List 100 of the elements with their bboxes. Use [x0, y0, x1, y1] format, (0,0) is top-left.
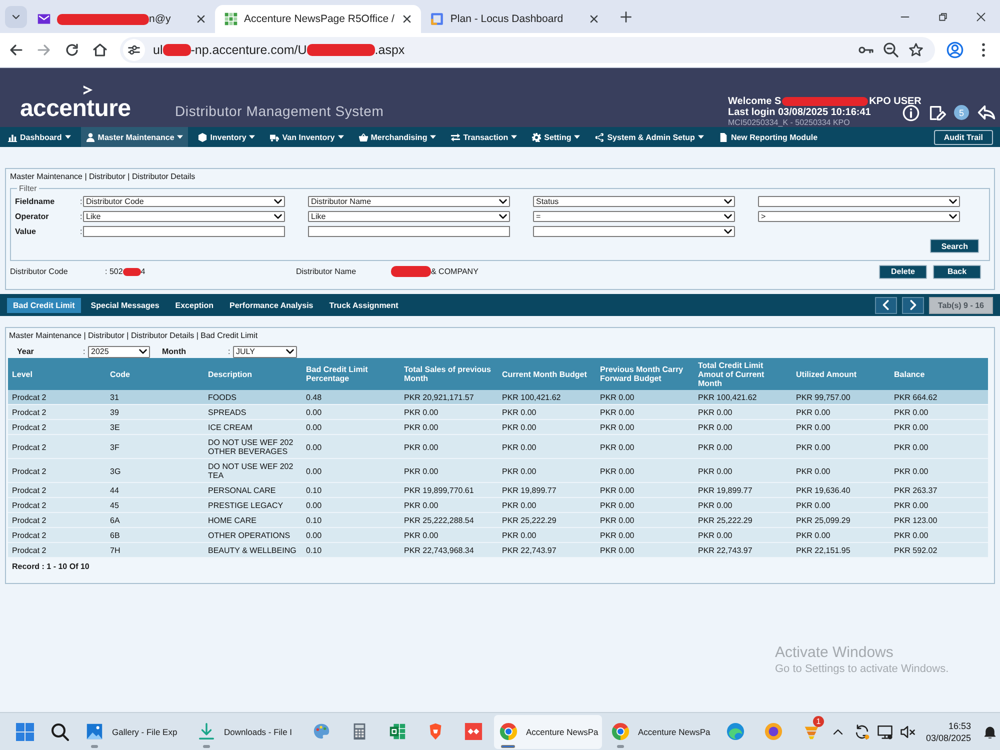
chevron-down-icon	[286, 349, 294, 354]
palette-icon	[312, 722, 330, 741]
menu-item[interactable]: Master Maintenance	[80, 127, 188, 147]
tab[interactable]: Truck Assignment	[323, 298, 404, 312]
table-cell: PKR 22,151.95	[792, 542, 890, 558]
colon-text: :	[80, 212, 83, 221]
menu-item[interactable]: Setting	[527, 127, 586, 147]
field-label: Year	[17, 347, 35, 356]
account-text: MCI50250334_K - 50250334 KPO	[728, 118, 851, 127]
table-row[interactable]: Prodcat 2 31 FOODS 0.48 PKR 20,921,171.57 PKR 100,421.62 PKR 0.00 PKR 100,421.62 PKR 99,757.00 PKR 664.62	[8, 390, 988, 404]
previous-tabs-button[interactable]	[874, 296, 897, 314]
sync-icon[interactable]	[853, 722, 871, 740]
taskbar-button[interactable]: Gallery - File Exp	[80, 714, 188, 748]
table-row[interactable]: Prodcat 2 3E ICE CREAM 0.00 PKR 0.00 PKR 0.00 PKR 0.00 PKR 0.00 PKR 0.00 PKR 0.00	[8, 420, 988, 434]
chevron-down-icon	[724, 214, 732, 219]
menu-item[interactable]: Van Inventory	[265, 127, 349, 147]
document-icon	[718, 132, 728, 142]
menu-item[interactable]: Merchandising	[354, 127, 442, 147]
field-value: : 502	[105, 267, 123, 276]
info-icon[interactable]	[902, 104, 920, 122]
dropdown-field[interactable]: Status	[533, 196, 735, 207]
site-settings-icon	[127, 43, 141, 57]
table-cell: 7H	[106, 542, 204, 558]
basket-icon	[358, 132, 368, 142]
tab[interactable]: Special Messages	[84, 298, 166, 312]
table-row[interactable]: Prodcat 2 3F DO NOT USE WEF 202 OTHER BEVERAGES 0.00 PKR 0.00 PKR 0.00 PKR 0.00 PKR 0.00 PKR 0.00 PKR 0.00	[8, 434, 988, 458]
audit-trail-button[interactable]: Audit Trail	[934, 130, 993, 144]
month-dropdown[interactable]: JULY	[233, 346, 297, 358]
redaction-mark	[162, 44, 191, 56]
activation-text: Go to Settings to activate Windows.	[775, 662, 949, 676]
reply-arrow-icon[interactable]	[977, 103, 996, 122]
chevron-down-icon	[724, 229, 732, 234]
menu-item[interactable]: Dashboard	[3, 127, 76, 147]
table-cell: PKR 22,743.97	[694, 542, 792, 558]
menu-item[interactable]: Transaction	[446, 127, 522, 147]
chevron-down-icon	[274, 214, 282, 219]
input-field[interactable]	[83, 226, 285, 237]
input-field[interactable]	[308, 226, 510, 237]
tab[interactable]: Performance Analysis	[224, 298, 320, 312]
action-button[interactable]: Back	[933, 264, 981, 278]
more-icon	[982, 43, 984, 57]
table-row[interactable]: Prodcat 2 6A HOME CARE 0.10 PKR 25,222,288.54 PKR 25,222.29 PKR 0.00 PKR 25,222.29 PKR 25,099.29 PKR 123.00	[8, 512, 988, 528]
menu-item[interactable]: System & Admin Setup	[590, 127, 709, 147]
checker-grid-icon	[224, 12, 238, 26]
dropdown-field[interactable]: =	[533, 211, 735, 222]
column-header: Utilized Amount	[792, 358, 890, 390]
taskbar-button[interactable]: Accenture NewsPa	[494, 714, 602, 748]
colon-text: :	[80, 197, 83, 206]
dropdown-field[interactable]: Distributor Name	[308, 196, 510, 207]
dropdown-field[interactable]	[758, 196, 960, 207]
table-cell: BEAUTY & WELLBEING	[204, 542, 302, 558]
clock[interactable]: 16:53 03/08/2025	[922, 720, 978, 744]
action-button[interactable]: Delete	[879, 264, 927, 278]
tab[interactable]: Exception	[169, 298, 220, 312]
taskbar-button[interactable]: Accenture NewsPa	[606, 714, 714, 748]
browser-tab[interactable]: Plan - Locus Dashboard	[421, 5, 608, 33]
field-label: Operator	[15, 212, 50, 221]
next-tabs-button[interactable]	[902, 296, 924, 314]
two-diamonds-icon	[464, 722, 482, 741]
table-row[interactable]: Prodcat 2 45 PRESTIGE LEGACY 0.00 PKR 0.00 PKR 0.00 PKR 0.00 PKR 0.00 PKR 0.00 PKR 0.00	[8, 498, 988, 512]
taskbar-button[interactable]: Downloads - File I	[192, 714, 300, 748]
dropdown-field[interactable]: Like	[83, 211, 285, 222]
star-icon[interactable]	[908, 42, 924, 58]
site-settings-button[interactable]	[123, 39, 145, 61]
reload-icon	[64, 42, 80, 58]
dropdown-field[interactable]	[533, 226, 735, 237]
zoom-out-icon[interactable]	[883, 42, 899, 58]
table-row[interactable]: Prodcat 2 7H BEAUTY & WELLBEING 0.10 PKR 22,743,968.34 PKR 22,743.97 PKR 0.00 PKR 22,743.97 PKR 22,151.95 PKR 592.02	[8, 542, 988, 558]
search-icon	[50, 722, 70, 742]
field-label: Value	[15, 227, 37, 236]
search-button[interactable]: Search	[930, 239, 979, 253]
address-bar[interactable]: ul -np.accenture.com/U .aspx	[120, 37, 935, 63]
table-row[interactable]: Prodcat 2 44 PERSONAL CARE 0.10 PKR 19,899,770.61 PKR 19,899.77 PKR 0.00 PKR 19,899.77 PKR 19,636.40 PKR 263.37	[8, 482, 988, 498]
menu-item[interactable]: New Reporting Module	[714, 127, 823, 147]
column-header: Current Month Budget	[498, 358, 596, 390]
table-row[interactable]: Prodcat 2 6B OTHER OPERATIONS 0.00 PKR 0.00 PKR 0.00 PKR 0.00 PKR 0.00 PKR 0.00 PKR 0.00	[8, 528, 988, 542]
tab-list-button[interactable]	[5, 6, 27, 28]
table-cell: 0.10	[302, 542, 400, 558]
dropdown-field[interactable]: Distributor Code	[83, 196, 285, 207]
taskbar-button[interactable]: 1	[794, 714, 828, 748]
table-row[interactable]: Prodcat 2 39 SPREADS 0.00 PKR 0.00 PKR 0.00 PKR 0.00 PKR 0.00 PKR 0.00 PKR 0.00	[8, 404, 988, 420]
note-edit-icon[interactable]	[928, 104, 946, 122]
dropdown-field[interactable]: Like	[308, 211, 510, 222]
app-title: Distributor Management System	[175, 103, 385, 119]
tab[interactable]: Bad Credit Limit	[7, 298, 81, 312]
monitor-icon[interactable]	[876, 722, 894, 740]
dropdown-field[interactable]: >	[758, 211, 960, 222]
chevron-down-icon	[724, 199, 732, 204]
table-cell: PKR 592.02	[890, 542, 988, 558]
table-row[interactable]: Prodcat 2 3G DO NOT USE WEF 202 TEA 0.00 PKR 0.00 PKR 0.00 PKR 0.00 PKR 0.00 PKR 0.00 PKR 0.00	[8, 458, 988, 482]
square-logo-icon	[430, 12, 444, 26]
year-dropdown[interactable]: 2025	[88, 346, 150, 358]
forward-arrow-icon	[36, 42, 52, 58]
column-header: Total Credit Limit Amout of Current Month	[694, 358, 792, 390]
column-header: Balance	[890, 358, 988, 390]
field-label: Distributor Code	[10, 267, 69, 276]
menu-item[interactable]: Inventory	[193, 127, 260, 147]
tricolor-circle-icon	[611, 722, 630, 741]
browser-tab[interactable]: Accenture NewsPage R5Office /	[215, 5, 422, 33]
browser-tab[interactable]: n@y	[28, 5, 215, 33]
